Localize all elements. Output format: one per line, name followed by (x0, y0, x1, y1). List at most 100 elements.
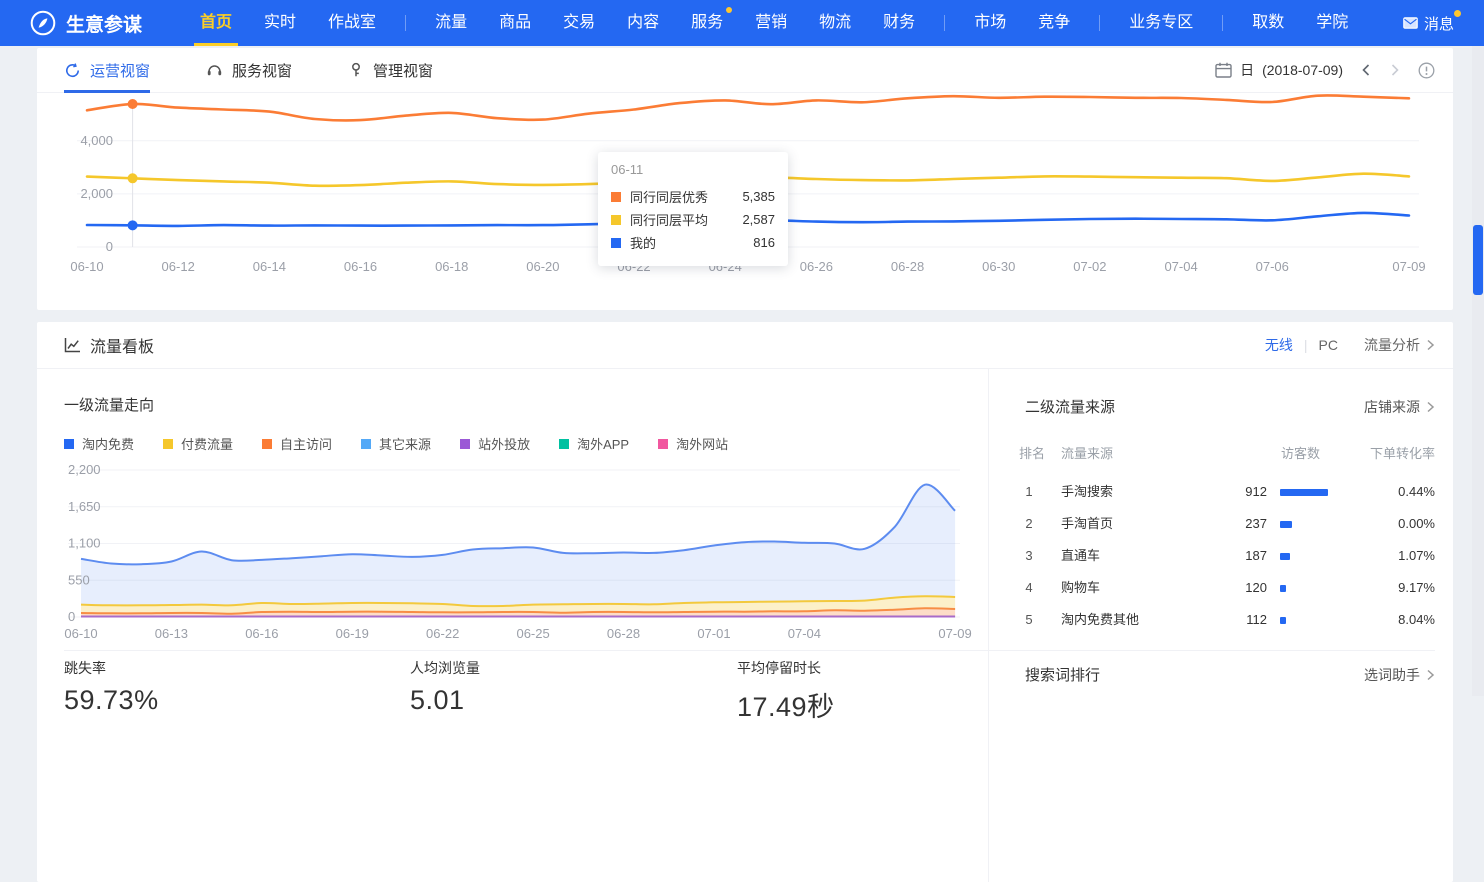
svg-text:06-13: 06-13 (155, 626, 188, 641)
table-header-排名: 排名 (1019, 444, 1045, 464)
secondary-source-section: 二级流量来源 店铺来源 排名流量来源访客数下单转化率 1手淘搜索9120.44%… (989, 368, 1453, 882)
row-conversion: 1.07% (1398, 540, 1435, 572)
svg-text:06-16: 06-16 (344, 259, 377, 274)
legend-item-淘外网站[interactable]: 淘外网站 (658, 434, 728, 453)
legend-item-自主访问[interactable]: 自主访问 (262, 434, 332, 453)
search-rank-title: 搜索词排行 (1025, 664, 1100, 685)
svg-text:06-10: 06-10 (64, 626, 97, 641)
view-tab-label: 服务视窗 (232, 60, 292, 81)
nav-divider (405, 15, 406, 31)
visitors-bar (1280, 489, 1328, 496)
svg-text:06-19: 06-19 (336, 626, 369, 641)
nav-message[interactable]: 消息 (1403, 13, 1460, 34)
legend-item-站外投放[interactable]: 站外投放 (460, 434, 530, 453)
nav-item-流量[interactable]: 流量 (419, 0, 483, 46)
legend-item-其它来源[interactable]: 其它来源 (361, 434, 431, 453)
nav-item-营销[interactable]: 营销 (739, 0, 803, 46)
nav-item-商品[interactable]: 商品 (483, 0, 547, 46)
traffic-board-controls: 无线 | PC 流量分析 (1265, 335, 1435, 355)
scrollbar-thumb[interactable] (1473, 225, 1483, 295)
nav-item-首页[interactable]: 首页 (184, 0, 248, 46)
key-icon (348, 62, 364, 78)
legend-label: 自主访问 (280, 434, 332, 453)
table-header-访客数: 访客数 (1220, 444, 1320, 464)
message-label: 消息 (1424, 13, 1454, 34)
prev-date-button[interactable] (1360, 63, 1372, 77)
nav-item-实时[interactable]: 实时 (248, 0, 312, 46)
nav-item-作战室[interactable]: 作战室 (312, 0, 392, 46)
word-helper-link[interactable]: 选词助手 (1364, 665, 1435, 685)
tooltip-row: 同行同层平均2,587 (611, 208, 775, 231)
source-table-header: 排名流量来源访客数下单转化率 (989, 444, 1453, 464)
nav-item-市场[interactable]: 市场 (958, 0, 1022, 46)
secondary-source-head: 二级流量来源 店铺来源 (1025, 396, 1435, 417)
svg-text:07-04: 07-04 (1164, 259, 1197, 274)
table-row[interactable]: 3直通车1871.07% (989, 540, 1453, 572)
chevron-right-icon (1426, 401, 1435, 413)
row-visitors: 912 (1159, 476, 1267, 508)
nav-item-财务[interactable]: 财务 (867, 0, 931, 46)
tooltip-series-label: 同行同层平均 (630, 210, 708, 229)
row-visitors: 187 (1159, 540, 1267, 572)
legend-swatch (262, 439, 272, 449)
visitors-bar (1280, 585, 1286, 592)
toggle-pc[interactable]: PC (1319, 337, 1338, 353)
scrollbar-track (1472, 46, 1484, 696)
table-row[interactable]: 4购物车1209.17% (989, 572, 1453, 604)
row-source: 手淘搜索 (1061, 476, 1113, 508)
tooltip-row: 同行同层优秀5,385 (611, 185, 775, 208)
row-source: 购物车 (1061, 572, 1100, 604)
date-picker[interactable]: 日 (2018-07-09) (1215, 60, 1343, 80)
svg-text:1,650: 1,650 (68, 499, 101, 514)
view-tab-管理视窗[interactable]: 管理视窗 (348, 48, 433, 93)
info-icon[interactable] (1418, 62, 1435, 79)
row-visitors: 112 (1159, 604, 1267, 636)
nav-item-物流[interactable]: 物流 (803, 0, 867, 46)
brand[interactable]: 生意参谋 (30, 10, 142, 37)
svg-text:06-25: 06-25 (516, 626, 549, 641)
toggle-wireless[interactable]: 无线 (1265, 335, 1293, 355)
row-visitors: 237 (1159, 508, 1267, 540)
svg-text:4,000: 4,000 (80, 133, 113, 148)
svg-text:06-28: 06-28 (891, 259, 924, 274)
table-row[interactable]: 1手淘搜索9120.44% (989, 476, 1453, 508)
next-date-button[interactable] (1389, 63, 1401, 77)
stats-row: 跳失率59.73%人均浏览量5.01平均停留时长17.49秒 (37, 658, 988, 738)
view-tabs-row: 运营视窗 服务视窗 管理视窗 日 (2018-07-09) (37, 48, 1453, 93)
legend-swatch (361, 439, 371, 449)
visitors-bar (1280, 617, 1286, 624)
brand-name: 生意参谋 (66, 10, 142, 37)
svg-text:06-16: 06-16 (245, 626, 278, 641)
traffic-area-chart[interactable]: 05501,1001,6502,20006-1006-1306-1606-190… (60, 462, 990, 652)
legend-swatch (559, 439, 569, 449)
legend-item-淘外APP[interactable]: 淘外APP (559, 434, 629, 453)
svg-text:07-04: 07-04 (788, 626, 821, 641)
nav-item-内容[interactable]: 内容 (611, 0, 675, 46)
nav-item-交易[interactable]: 交易 (547, 0, 611, 46)
nav-item-学院[interactable]: 学院 (1300, 0, 1364, 46)
stat-value: 59.73% (64, 685, 159, 716)
nav-item-竞争[interactable]: 竞争 (1022, 0, 1086, 46)
svg-text:06-30: 06-30 (982, 259, 1015, 274)
legend-label: 淘外网站 (676, 434, 728, 453)
table-row[interactable]: 2手淘首页2370.00% (989, 508, 1453, 540)
view-tab-服务视窗[interactable]: 服务视窗 (206, 48, 292, 93)
nav-item-取数[interactable]: 取数 (1236, 0, 1300, 46)
nav-item-服务[interactable]: 服务 (675, 0, 739, 46)
tooltip-series-value: 816 (753, 235, 775, 250)
svg-text:06-14: 06-14 (253, 259, 286, 274)
traffic-analysis-link[interactable]: 流量分析 (1364, 335, 1435, 355)
svg-text:1,100: 1,100 (68, 536, 101, 551)
row-rank: 1 (1019, 476, 1039, 508)
legend-label: 淘外APP (577, 434, 629, 453)
brand-logo-icon (30, 10, 56, 36)
secondary-source-title: 二级流量来源 (1025, 396, 1115, 417)
table-row[interactable]: 5淘内免费其他1128.04% (989, 604, 1453, 636)
legend-item-淘内免费[interactable]: 淘内免费 (64, 434, 134, 453)
stat-跳失率: 跳失率59.73% (64, 658, 159, 716)
nav-item-业务专区[interactable]: 业务专区 (1113, 0, 1209, 46)
view-tab-运营视窗[interactable]: 运营视窗 (64, 48, 150, 93)
shop-source-link[interactable]: 店铺来源 (1364, 397, 1435, 417)
legend-item-付费流量[interactable]: 付费流量 (163, 434, 233, 453)
traffic-board-title-wrap: 流量看板 (64, 333, 154, 357)
